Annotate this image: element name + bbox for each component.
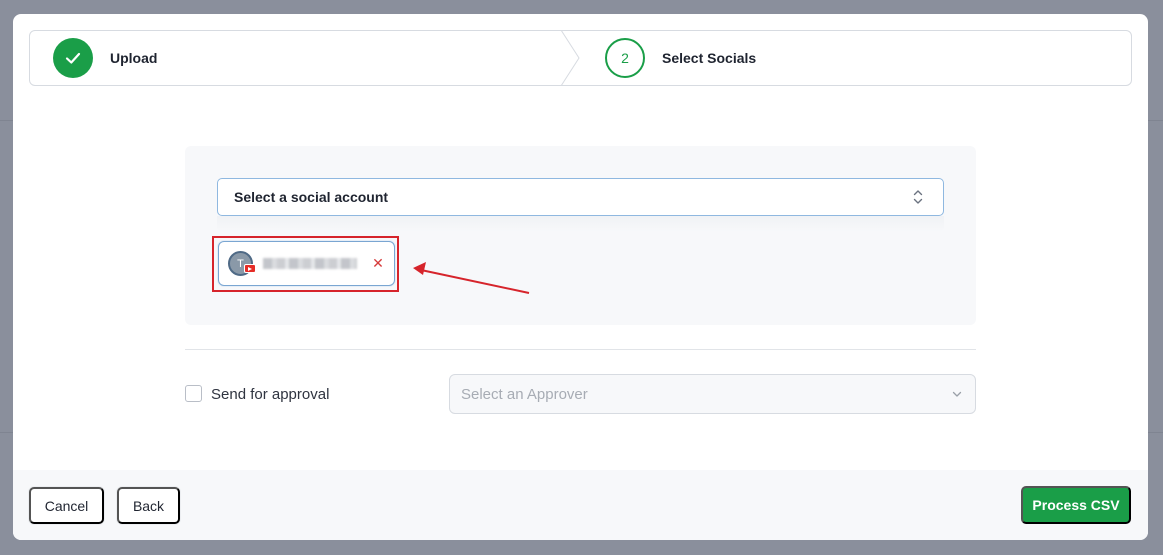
check-icon <box>65 52 81 64</box>
dropdown-shadow <box>217 216 944 232</box>
section-divider <box>185 349 976 350</box>
social-account-select[interactable]: Select a social account <box>217 178 944 216</box>
send-for-approval-label: Send for approval <box>211 386 330 403</box>
selected-account-chip: T ✕ <box>218 241 395 286</box>
stepper: Upload 2 Select Socials <box>29 30 1132 86</box>
step-completed-circle <box>53 38 93 78</box>
step-label: Select Socials <box>662 50 757 66</box>
send-for-approval-checkbox[interactable] <box>185 385 202 402</box>
close-icon[interactable]: ✕ <box>370 254 386 272</box>
step-select-socials[interactable]: 2 Select Socials <box>605 31 756 85</box>
cancel-button[interactable]: Cancel <box>29 487 104 524</box>
approver-select[interactable]: Select an Approver <box>449 374 976 414</box>
updown-chevron-icon <box>913 190 923 204</box>
process-csv-button[interactable]: Process CSV <box>1021 486 1131 524</box>
social-account-select-placeholder: Select a social account <box>234 189 389 205</box>
modal-footer: Cancel Back Process CSV <box>13 470 1148 540</box>
step-divider-chevron <box>561 31 580 85</box>
annotation-arrow <box>413 262 530 294</box>
step-label: Upload <box>110 50 158 66</box>
youtube-icon <box>244 264 256 273</box>
step-number-circle: 2 <box>605 38 645 78</box>
back-button[interactable]: Back <box>117 487 180 524</box>
social-account-panel: Select a social account T ✕ <box>185 146 976 325</box>
step-upload[interactable]: Upload <box>53 31 157 85</box>
approver-select-placeholder: Select an Approver <box>461 385 588 403</box>
process-csv-modal: Upload 2 Select Socials Select a social … <box>13 14 1148 540</box>
chevron-down-icon <box>952 391 962 397</box>
account-name-redacted <box>263 258 357 269</box>
